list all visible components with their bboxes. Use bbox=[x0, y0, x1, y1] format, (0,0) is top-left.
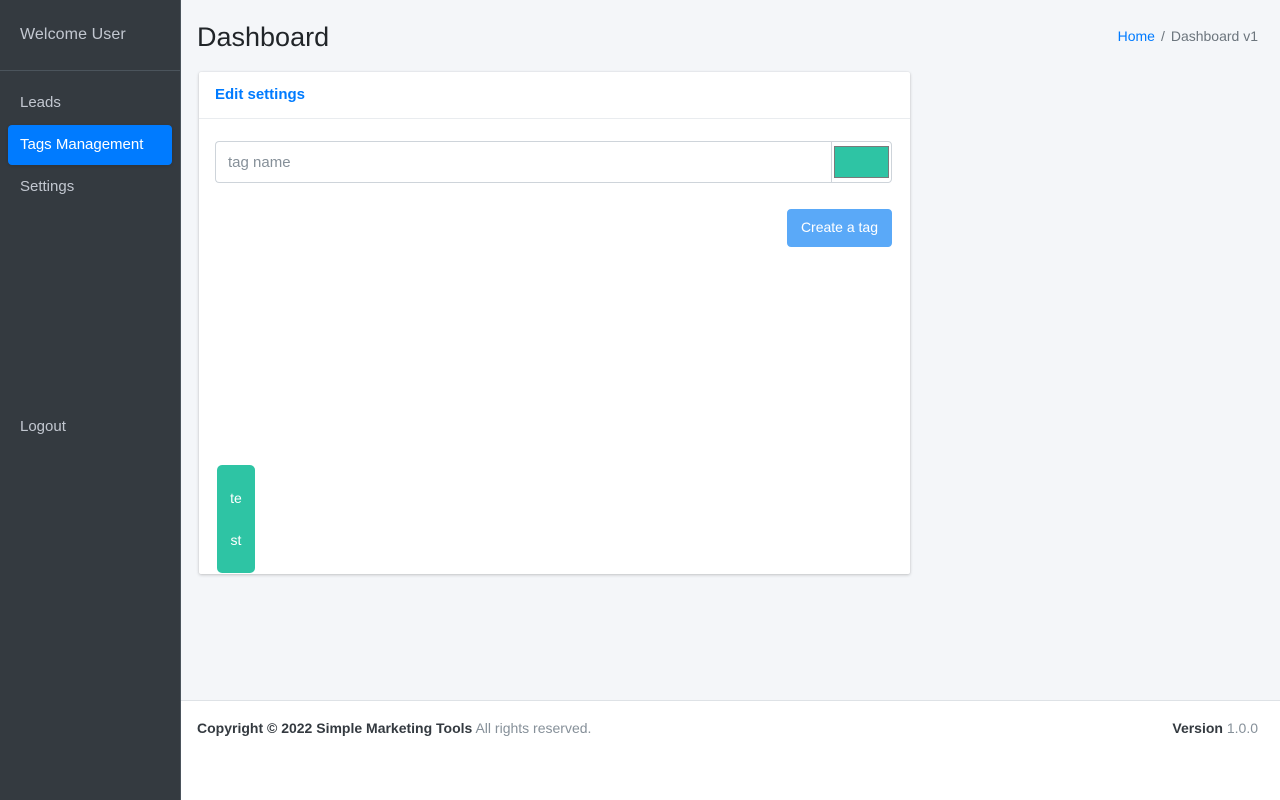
sidebar-item-leads[interactable]: Leads bbox=[8, 83, 172, 123]
sidebar-item-label: Logout bbox=[20, 418, 66, 435]
edit-settings-card: Edit settings Create a tag test bbox=[199, 72, 910, 574]
footer-copyright: Copyright © 2022 Simple Marketing Tools … bbox=[197, 718, 591, 739]
card-header: Edit settings bbox=[199, 72, 910, 119]
sidebar-item-label: Tags Management bbox=[20, 136, 144, 153]
sidebar-item-logout[interactable]: Logout bbox=[8, 407, 172, 447]
tag-input-group bbox=[215, 141, 892, 183]
sidebar-item-label: Settings bbox=[20, 178, 75, 195]
breadcrumb: Home / Dashboard v1 bbox=[1118, 27, 1258, 47]
sidebar-brand: Welcome User bbox=[0, 0, 180, 71]
card-actions: Create a tag bbox=[215, 209, 892, 247]
footer-version: Version 1.0.0 bbox=[1172, 718, 1258, 739]
tag-color-picker[interactable] bbox=[831, 141, 892, 183]
content-body: Edit settings Create a tag test bbox=[181, 72, 1280, 574]
app-root: Welcome User Leads Tags Management Setti… bbox=[0, 0, 1280, 800]
card-body: Create a tag test bbox=[199, 119, 910, 574]
sidebar-item-label: Leads bbox=[20, 94, 61, 111]
content-header: Dashboard Home / Dashboard v1 bbox=[181, 0, 1280, 72]
tag-color-swatch[interactable] bbox=[834, 146, 889, 178]
tag-name-input[interactable] bbox=[215, 141, 831, 183]
content-wrapper: Dashboard Home / Dashboard v1 Edit setti… bbox=[181, 0, 1280, 800]
tag-list: test bbox=[217, 465, 255, 573]
breadcrumb-separator: / bbox=[1160, 28, 1165, 45]
breadcrumb-home-link[interactable]: Home bbox=[1118, 27, 1155, 47]
footer-copyright-rest: All rights reserved. bbox=[475, 720, 592, 736]
tag-badge[interactable]: test bbox=[217, 465, 255, 573]
footer-version-number: 1.0.0 bbox=[1226, 720, 1258, 736]
footer-copyright-strong: Copyright © 2022 Simple Marketing Tools bbox=[197, 720, 473, 736]
sidebar-item-tags-management[interactable]: Tags Management bbox=[8, 125, 172, 165]
sidebar-item-settings[interactable]: Settings bbox=[8, 167, 172, 207]
create-a-tag-button[interactable]: Create a tag bbox=[786, 209, 892, 247]
welcome-user-label: Welcome User bbox=[20, 26, 126, 44]
breadcrumb-current: Dashboard v1 bbox=[1170, 28, 1258, 45]
sidebar: Welcome User Leads Tags Management Setti… bbox=[0, 0, 181, 800]
sidebar-nav: Leads Tags Management Settings Logout bbox=[0, 71, 180, 447]
card-title: Edit settings bbox=[215, 86, 306, 103]
page-title: Dashboard bbox=[197, 21, 330, 52]
main-footer: Copyright © 2022 Simple Marketing Tools … bbox=[181, 700, 1280, 800]
footer-version-label: Version bbox=[1172, 720, 1223, 736]
